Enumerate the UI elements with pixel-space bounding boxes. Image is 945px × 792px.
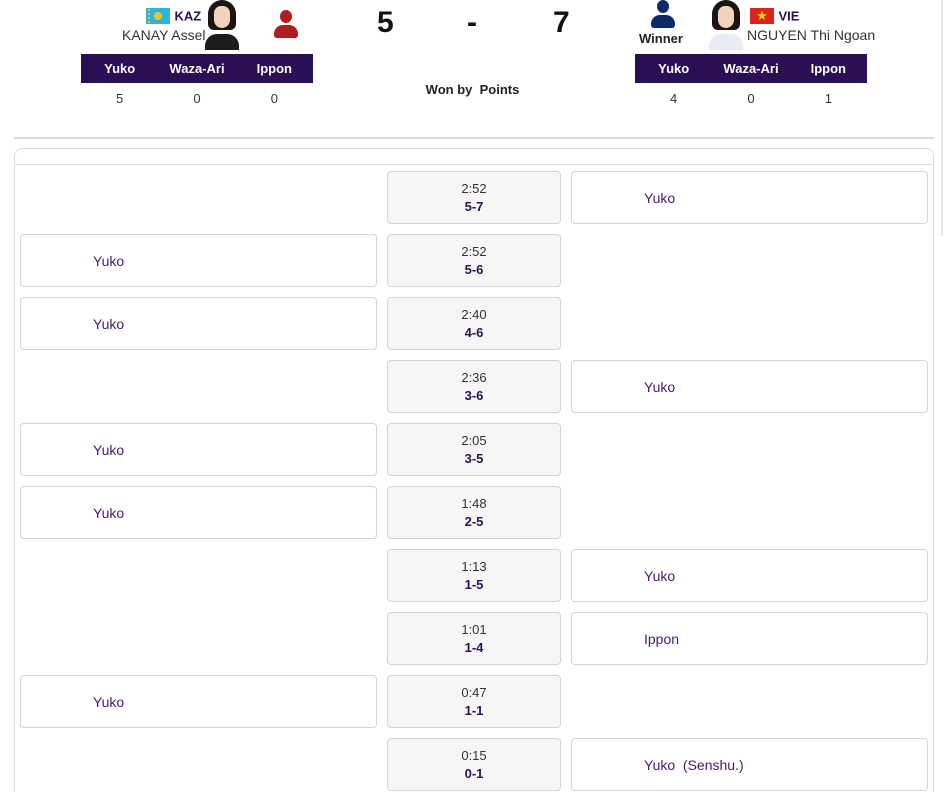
timeline-time-box: 1:48 2-5	[387, 486, 561, 539]
right-yuko-header: Yuko	[658, 61, 690, 76]
timeline-time-box: 2:05 3-5	[387, 423, 561, 476]
vietnam-flag-icon	[750, 7, 774, 25]
score-separator: -	[467, 6, 477, 39]
right-score-values: 4 0 1	[635, 91, 867, 106]
event-time: 1:01	[461, 622, 487, 637]
right-ippon-header: Ippon	[810, 61, 847, 76]
event-running-score: 1-1	[464, 703, 484, 718]
left-ippon-header: Ippon	[256, 61, 293, 76]
left-waza-ari-header: Waza-Ari	[169, 61, 225, 76]
right-waza-ari-header: Waza-Ari	[723, 61, 779, 76]
right-score-table: Yuko Waza-Ari Ippon 4 0 1	[635, 54, 867, 106]
timeline-time-box: 2:36 3-6	[387, 360, 561, 413]
left-total-score: 5	[377, 6, 394, 39]
winner-label: Winner	[639, 31, 683, 46]
event-type-label: Yuko	[93, 253, 125, 269]
left-athlete-name: KANAY Assel	[122, 27, 206, 43]
event-type-label: Yuko	[93, 505, 125, 521]
scrollbar-track[interactable]	[941, 0, 943, 236]
timeline-time-box: 2:52 5-7	[387, 171, 561, 224]
left-athlete-photo	[203, 0, 241, 50]
event-time: 2:05	[461, 433, 487, 448]
red-athlete-icon	[273, 10, 299, 38]
right-athlete-photo	[707, 0, 745, 50]
timeline-time-box: 2:52 5-6	[387, 234, 561, 287]
event-running-score: 1-5	[464, 577, 484, 592]
timeline-time-box: 0:47 1-1	[387, 675, 561, 728]
event-time: 2:52	[461, 181, 487, 196]
event-time: 0:47	[461, 685, 487, 700]
right-waza-ari-value: 0	[747, 91, 755, 106]
event-time: 0:15	[461, 748, 487, 763]
left-athlete-event: Yuko	[20, 297, 377, 350]
event-type-label: Yuko (Senshu.)	[644, 757, 744, 773]
right-ippon-value: 1	[824, 91, 832, 106]
event-time: 2:36	[461, 370, 487, 385]
event-type-label: Ippon	[644, 631, 680, 647]
left-score-values: 5 0 0	[81, 91, 313, 106]
event-running-score: 3-6	[464, 388, 484, 403]
left-athlete-header: KAZ KANAY Assel Yuko Waza-Ari Ippon 5 0 …	[0, 0, 330, 120]
event-type-label: Yuko	[93, 442, 125, 458]
event-type-label: Yuko	[644, 379, 676, 395]
right-score-table-header: Yuko Waza-Ari Ippon	[635, 54, 867, 83]
event-time: 2:52	[461, 244, 487, 259]
right-athlete-event: Yuko	[571, 549, 928, 602]
right-noc-code: VIE	[778, 8, 800, 24]
blue-athlete-icon	[650, 0, 676, 28]
left-score-table: Yuko Waza-Ari Ippon 5 0 0	[81, 54, 313, 106]
event-type-label: Yuko	[644, 568, 676, 584]
right-athlete-header: Winner VIE NGUYEN Thi Ngoan Yuko Waza-Ar…	[620, 0, 945, 120]
right-total-score: 7	[553, 6, 570, 39]
right-athlete-name: NGUYEN Thi Ngoan	[747, 27, 876, 43]
event-type-label: Yuko	[93, 694, 125, 710]
timeline-time-box: 1:13 1-5	[387, 549, 561, 602]
event-running-score: 5-6	[464, 262, 484, 277]
timeline-time-box: 0:15 0-1	[387, 738, 561, 791]
right-athlete-event: Yuko	[571, 360, 928, 413]
event-running-score: 1-4	[464, 640, 484, 655]
left-noc-code: KAZ	[174, 8, 202, 24]
timeline-panel-header-line	[14, 164, 934, 165]
event-time: 2:40	[461, 307, 487, 322]
event-running-score: 0-1	[464, 766, 484, 781]
timeline-time-box: 1:01 1-4	[387, 612, 561, 665]
right-athlete-event: Ippon	[571, 612, 928, 665]
kazakhstan-flag-icon	[146, 7, 170, 24]
right-athlete-event: Yuko	[571, 171, 928, 224]
event-time: 1:48	[461, 496, 487, 511]
left-waza-ari-value: 0	[193, 91, 201, 106]
event-time: 1:13	[461, 559, 487, 574]
left-athlete-event: Yuko	[20, 675, 377, 728]
event-running-score: 4-6	[464, 325, 484, 340]
event-running-score: 2-5	[464, 514, 484, 529]
event-type-label: Yuko	[93, 316, 125, 332]
left-yuko-header: Yuko	[104, 61, 136, 76]
match-result: Won by Points	[425, 82, 520, 97]
left-athlete-event: Yuko	[20, 423, 377, 476]
right-athlete-event: Yuko (Senshu.)	[571, 738, 928, 791]
header-divider	[14, 137, 934, 139]
left-athlete-event: Yuko	[20, 486, 377, 539]
left-score-table-header: Yuko Waza-Ari Ippon	[81, 54, 313, 83]
right-athlete-noc: VIE	[750, 7, 799, 25]
left-athlete-noc: KAZ	[146, 7, 201, 25]
left-yuko-value: 5	[116, 91, 124, 106]
left-athlete-event: Yuko	[20, 234, 377, 287]
event-running-score: 5-7	[464, 199, 484, 214]
event-type-label: Yuko	[644, 190, 676, 206]
event-running-score: 3-5	[464, 451, 484, 466]
left-ippon-value: 0	[270, 91, 278, 106]
right-yuko-value: 4	[670, 91, 678, 106]
timeline-time-box: 2:40 4-6	[387, 297, 561, 350]
